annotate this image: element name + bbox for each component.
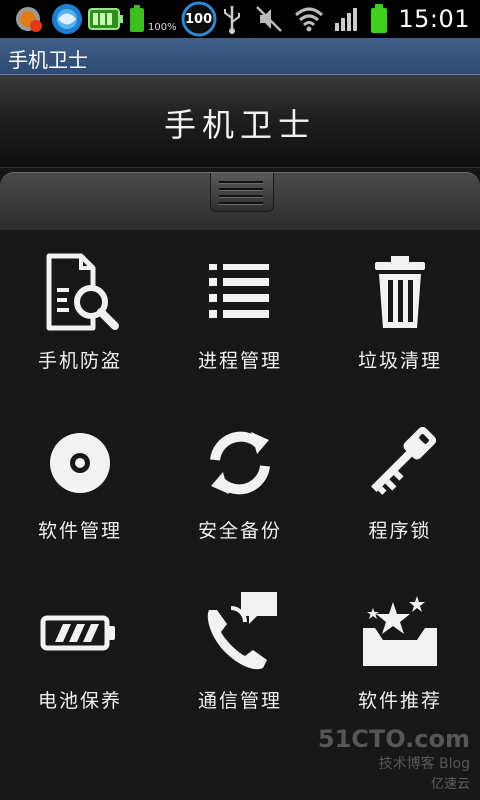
battery-manager-icon <box>88 7 124 31</box>
battery-percent-label: 100% <box>148 21 177 33</box>
battery-icon <box>35 588 125 678</box>
tile-label: 软件管理 <box>37 520 122 542</box>
tile-software-manager[interactable]: 软件管理 <box>0 400 160 568</box>
watermark-subtitle: 技术博客 Blog <box>378 756 470 772</box>
tile-label: 安全备份 <box>197 520 282 542</box>
mute-icon <box>254 4 284 34</box>
tile-label: 通信管理 <box>197 690 282 712</box>
phone-chat-icon <box>195 588 285 678</box>
clock: 15:01 <box>398 5 470 33</box>
tile-junk-cleaner[interactable]: 垃圾清理 <box>320 230 480 398</box>
tile-label: 电池保养 <box>37 690 122 712</box>
header: 手机卫士 <box>0 75 480 168</box>
signal-icon <box>334 6 360 32</box>
document-search-icon <box>35 248 125 338</box>
page-title: 手机卫士 <box>163 106 316 144</box>
tile-label: 进程管理 <box>197 350 282 372</box>
tile-battery-care[interactable]: 电池保养 <box>0 570 160 738</box>
tile-anti-theft[interactable]: 手机防盗 <box>0 230 160 398</box>
usb-icon <box>221 4 243 34</box>
browser-icon <box>50 2 84 36</box>
battery-percent-icon <box>128 5 146 33</box>
key-icon <box>355 418 445 508</box>
tile-label: 程序锁 <box>368 520 432 542</box>
tile-label: 垃圾清理 <box>357 350 442 372</box>
tile-app-lock[interactable]: 程序锁 <box>320 400 480 568</box>
drawer-handle[interactable] <box>210 173 274 212</box>
security-badge-icon: 100 <box>181 1 217 37</box>
app-notification-icon <box>14 4 46 34</box>
feature-grid: 手机防盗 进程管理 垃圾清理 软件管理 安全备份 程序锁 电池保养 通信管理 软… <box>0 230 480 800</box>
tile-label: 软件推荐 <box>357 690 442 712</box>
app-title-bar: 手机卫士 <box>0 38 480 75</box>
list-icon <box>195 248 285 338</box>
tile-label: 手机防盗 <box>37 350 122 372</box>
watermark-brand: 亿速云 <box>430 777 470 792</box>
tile-process-manager[interactable]: 进程管理 <box>160 230 320 398</box>
tile-backup[interactable]: 安全备份 <box>160 400 320 568</box>
battery-icon <box>370 4 388 34</box>
drawer-panel <box>0 172 480 231</box>
tile-communication[interactable]: 通信管理 <box>160 570 320 738</box>
wifi-icon <box>294 6 324 32</box>
status-bar: 100% 100 15:01 <box>0 0 480 38</box>
watermark-site: 51CTO.com <box>317 725 470 753</box>
tile-app-recommend[interactable]: 软件推荐 <box>320 570 480 738</box>
sync-icon <box>195 418 285 508</box>
watermark: 51CTO.com 技术博客 Blog 亿速云 <box>318 725 470 792</box>
star-box-icon <box>355 588 445 678</box>
trash-icon <box>355 248 445 338</box>
disc-icon <box>35 418 125 508</box>
app-title: 手机卫士 <box>8 48 88 72</box>
security-badge-count: 100 <box>185 11 213 27</box>
